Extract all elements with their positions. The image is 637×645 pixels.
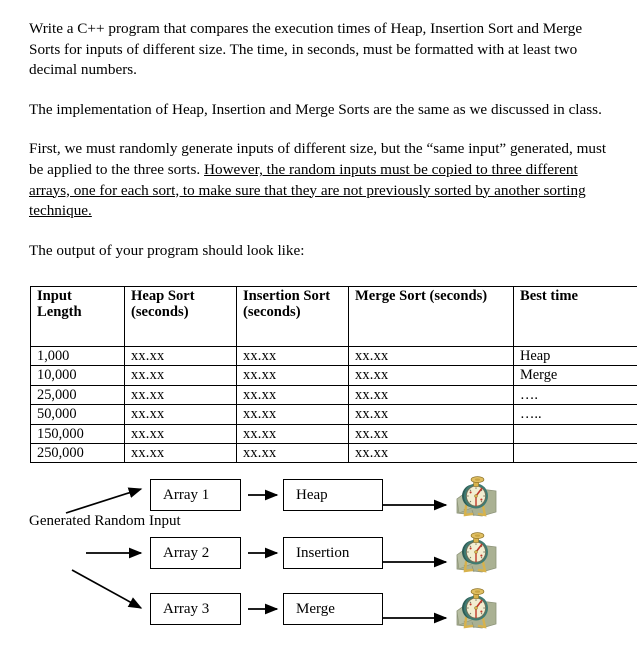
paragraph-assignment-intro: Write a C++ program that compares the ex… xyxy=(29,20,583,79)
output-format-table: Input Length Heap Sort (seconds) Inserti… xyxy=(30,286,637,464)
table-header-row: Input Length Heap Sort (seconds) Inserti… xyxy=(30,286,637,347)
cell-merge-time: xx.xx xyxy=(348,443,514,464)
array-3-label: Array 3 xyxy=(163,600,210,617)
array-1-box: Array 1 xyxy=(150,479,241,511)
cell-best-time xyxy=(513,423,637,445)
cell-merge-time: xx.xx xyxy=(348,365,514,386)
stopwatch-icon xyxy=(452,528,500,576)
table-row: 10,000 xx.xx xx.xx xx.xx Merge xyxy=(30,365,637,386)
cell-input-length: 250,000 xyxy=(30,443,125,464)
column-header-heap-sort: Heap Sort (seconds) xyxy=(124,286,237,347)
cell-input-length: 1,000 xyxy=(30,345,125,367)
cell-heap-time: xx.xx xyxy=(124,384,237,406)
cell-merge-time: xx.xx xyxy=(348,345,514,367)
cell-heap-time: xx.xx xyxy=(124,423,237,445)
table-row: 50,000 xx.xx xx.xx xx.xx ….. xyxy=(30,404,637,425)
paragraph-random-input-requirement: First, we must randomly generate inputs … xyxy=(29,139,612,221)
cell-insertion-time: xx.xx xyxy=(236,384,349,406)
cell-heap-time: xx.xx xyxy=(124,443,237,464)
cell-merge-time: xx.xx xyxy=(348,384,514,406)
cell-best-time: Merge xyxy=(513,365,637,386)
array-1-label: Array 1 xyxy=(163,486,210,503)
cell-merge-time: xx.xx xyxy=(348,404,514,425)
paragraph-output-intro: The output of your program should look l… xyxy=(29,241,305,259)
heap-sort-label: Heap xyxy=(296,486,328,503)
cell-input-length: 50,000 xyxy=(30,404,125,425)
cell-best-time xyxy=(513,443,637,464)
insertion-sort-label: Insertion xyxy=(296,544,350,561)
array-3-box: Array 3 xyxy=(150,593,241,625)
cell-merge-time: xx.xx xyxy=(348,423,514,445)
cell-input-length: 25,000 xyxy=(30,384,125,406)
paragraph-implementation-note: The implementation of Heap, Insertion an… xyxy=(29,100,602,118)
cell-input-length: 150,000 xyxy=(30,423,125,445)
document-body-text: Write a C++ program that compares the ex… xyxy=(29,19,612,261)
merge-sort-box: Merge xyxy=(283,593,383,625)
cell-best-time: ….. xyxy=(513,404,637,425)
cell-best-time: Heap xyxy=(513,345,637,367)
insertion-sort-box: Insertion xyxy=(283,537,383,569)
document-page: Write a C++ program that compares the ex… xyxy=(0,0,637,645)
cell-heap-time: xx.xx xyxy=(124,365,237,386)
array-2-box: Array 2 xyxy=(150,537,241,569)
array-2-label: Array 2 xyxy=(163,544,210,561)
column-header-best-time: Best time xyxy=(513,286,637,347)
stopwatch-icon xyxy=(452,584,500,632)
arrow-input-to-array1 xyxy=(65,487,143,514)
heap-sort-box: Heap xyxy=(283,479,383,511)
cell-best-time: …. xyxy=(513,384,637,406)
arrow-input-to-array3 xyxy=(71,569,143,609)
cell-insertion-time: xx.xx xyxy=(236,365,349,386)
cell-insertion-time: xx.xx xyxy=(236,345,349,367)
table-row: 1,000 xx.xx xx.xx xx.xx Heap xyxy=(30,345,637,367)
column-header-merge-sort: Merge Sort (seconds) xyxy=(348,286,514,347)
cell-insertion-time: xx.xx xyxy=(236,443,349,464)
cell-insertion-time: xx.xx xyxy=(236,404,349,425)
cell-insertion-time: xx.xx xyxy=(236,423,349,445)
column-header-insertion-sort: Insertion Sort (seconds) xyxy=(236,286,349,347)
table-row: 25,000 xx.xx xx.xx xx.xx …. xyxy=(30,384,637,406)
cell-heap-time: xx.xx xyxy=(124,404,237,425)
generated-random-input-label: Generated Random Input xyxy=(29,513,181,529)
table-row: 150,000 xx.xx xx.xx xx.xx xyxy=(30,423,637,445)
table-row: 250,000 xx.xx xx.xx xx.xx xyxy=(30,443,637,464)
stopwatch-icon xyxy=(452,472,500,520)
cell-input-length: 10,000 xyxy=(30,365,125,386)
column-header-input-length: Input Length xyxy=(30,286,125,347)
pipeline-diagram: Generated Random Input Array 1 Array 2 A… xyxy=(0,462,637,645)
merge-sort-label: Merge xyxy=(296,600,335,617)
cell-heap-time: xx.xx xyxy=(124,345,237,367)
